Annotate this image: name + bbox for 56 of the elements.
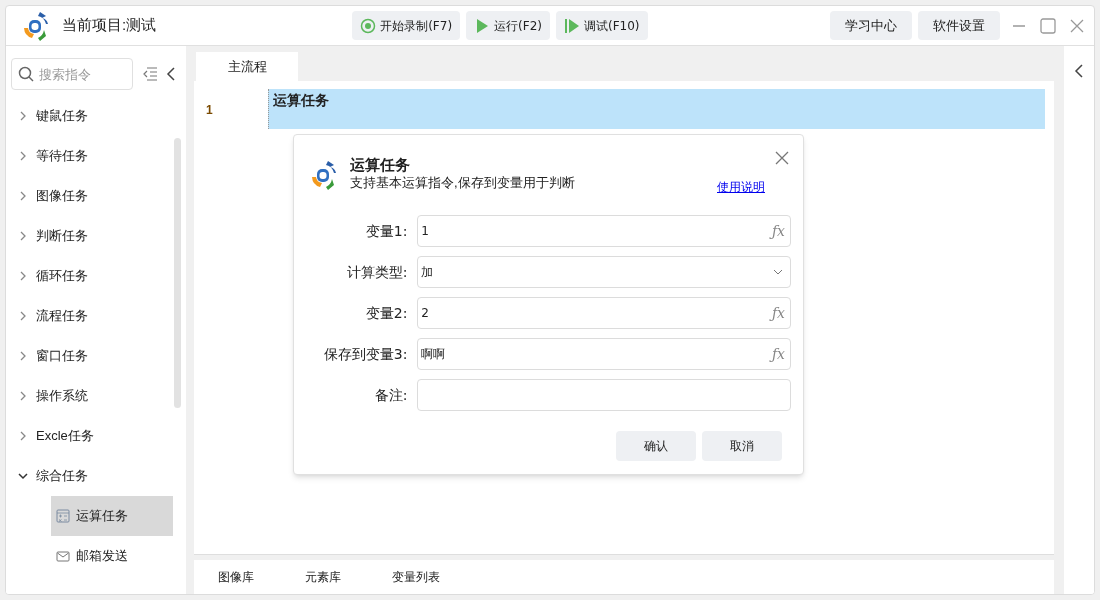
field-label: 备注: xyxy=(373,385,409,405)
sidebar-item[interactable]: 等待任务 xyxy=(6,136,186,176)
calculator-icon xyxy=(56,509,70,523)
flow-step[interactable]: 运算任务 xyxy=(268,89,1045,129)
search-icon xyxy=(18,66,34,82)
sidebar-item[interactable]: 循环任务 xyxy=(6,256,186,296)
field-label: 变量1: xyxy=(364,221,409,241)
sidebar-item[interactable]: 图像任务 xyxy=(6,176,186,216)
bottom-tab[interactable]: 图像库 xyxy=(218,568,254,586)
formula-button[interactable]: ƒx xyxy=(771,302,787,324)
scrollbar[interactable] xyxy=(174,138,181,408)
dialog-title: 运算任务 xyxy=(350,155,411,175)
bottom-tab[interactable]: 元素库 xyxy=(305,568,341,586)
bottom-tab[interactable]: 变量列表 xyxy=(392,568,440,586)
chevron-left-icon[interactable] xyxy=(166,67,176,81)
input-field[interactable]: 2 ƒx xyxy=(417,297,791,329)
dialog-button[interactable]: 确认 xyxy=(616,431,696,461)
dialog-button[interactable]: 取消 xyxy=(702,431,782,461)
search-field[interactable]: 搜索指令 xyxy=(11,58,133,90)
field-label: 变量2: xyxy=(364,303,409,323)
close-icon[interactable] xyxy=(1070,18,1084,33)
collapse-all-icon[interactable] xyxy=(142,67,158,81)
sidebar-item[interactable]: 综合任务 xyxy=(6,456,186,496)
dropdown[interactable]: 加 xyxy=(417,256,791,288)
line-number: 1 xyxy=(205,102,214,119)
toolbar-button[interactable]: 开始录制(F7) xyxy=(352,11,461,40)
chevron-down-icon xyxy=(773,268,783,276)
maximize-icon[interactable] xyxy=(1040,17,1056,34)
header-button[interactable]: 软件设置 xyxy=(918,11,1000,40)
input-field[interactable]: 啊啊 ƒx xyxy=(417,338,791,370)
toolbar-button[interactable]: 调试(F10) xyxy=(556,11,648,40)
sidebar-item[interactable]: 键鼠任务 xyxy=(6,96,186,136)
debug-icon xyxy=(564,17,580,34)
sidebar-item[interactable]: 流程任务 xyxy=(6,296,186,336)
help-link[interactable]: 使用说明 xyxy=(717,178,765,196)
field-label: 计算类型: xyxy=(345,262,409,282)
tab[interactable]: 主流程 xyxy=(196,52,298,81)
chevron-left-icon[interactable] xyxy=(1074,64,1084,78)
toolbar-button[interactable]: 运行(F2) xyxy=(466,11,550,40)
formula-button[interactable]: ƒx xyxy=(771,220,787,242)
sidebar-item[interactable]: 运算任务 xyxy=(51,496,173,536)
sidebar-item[interactable]: 窗口任务 xyxy=(6,336,186,376)
header-button[interactable]: 学习中心 xyxy=(830,11,912,40)
input-field[interactable] xyxy=(417,379,791,411)
sidebar-item[interactable]: 判断任务 xyxy=(6,216,186,256)
sidebar-item[interactable]: 操作系统 xyxy=(6,376,186,416)
dialog-subtitle: 支持基本运算指令,保存到变量用于判断 xyxy=(350,175,575,191)
envelope-icon xyxy=(56,549,70,563)
window-title: 当前项目:测试 xyxy=(62,15,157,36)
close-icon[interactable] xyxy=(775,151,789,165)
sidebar-item[interactable]: 邮箱发送 xyxy=(51,536,173,576)
input-field[interactable]: 1 ƒx xyxy=(417,215,791,247)
field-label: 保存到变量3: xyxy=(322,344,409,364)
formula-button[interactable]: ƒx xyxy=(771,343,787,365)
record-icon xyxy=(360,17,377,34)
sidebar-item[interactable]: Excle任务 xyxy=(6,416,186,456)
